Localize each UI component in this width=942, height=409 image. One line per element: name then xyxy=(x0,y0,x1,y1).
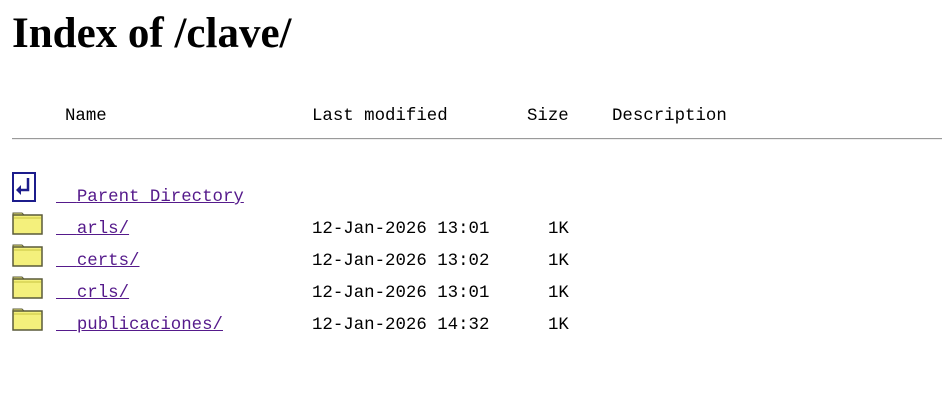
entry-name: publicaciones/ xyxy=(76,316,223,335)
column-header-description[interactable]: Description xyxy=(612,107,727,127)
folder-icon xyxy=(12,242,44,274)
folder-icon xyxy=(12,210,44,242)
entry-modified: 12-Jan-2026 14:32 xyxy=(312,316,490,335)
entry-link-spacer xyxy=(56,220,77,239)
entry-modified: 12-Jan-2026 13:02 xyxy=(312,252,490,271)
parent-directory-row: Parent Directory xyxy=(12,172,912,207)
entry-name: certs/ xyxy=(76,252,140,271)
list-item: certs/ 12-Jan-2026 13:02 1K xyxy=(12,242,912,274)
entry-size: 1K xyxy=(548,284,569,303)
parent-directory-link[interactable]: Parent Directory xyxy=(56,188,244,208)
entry-modified: 12-Jan-2026 13:01 xyxy=(312,284,490,303)
page-title: Index of /clave/ xyxy=(12,10,292,57)
entry-size: 1K xyxy=(548,316,569,335)
back-arrow-icon xyxy=(12,172,44,204)
entry-link-spacer xyxy=(56,284,77,303)
parent-directory-link-spacer xyxy=(56,188,77,207)
entry-link-arls[interactable]: arls/ xyxy=(56,220,129,240)
parent-directory-label: Parent Directory xyxy=(76,188,244,207)
entry-link-spacer xyxy=(56,316,77,335)
entry-link-crls[interactable]: crls/ xyxy=(56,284,129,304)
entry-size: 1K xyxy=(548,252,569,271)
header-divider xyxy=(12,138,942,140)
column-header-last-modified[interactable]: Last modified xyxy=(312,107,448,127)
column-header-size[interactable]: Size xyxy=(527,107,569,127)
folder-icon xyxy=(12,274,44,306)
entry-name: crls/ xyxy=(76,284,130,303)
entry-size: 1K xyxy=(548,220,569,239)
column-header-name[interactable]: Name xyxy=(65,107,107,127)
list-item: arls/ 12-Jan-2026 13:01 1K xyxy=(12,210,912,242)
entry-link-certs[interactable]: certs/ xyxy=(56,252,140,272)
entry-link-spacer xyxy=(56,252,77,271)
list-item: crls/ 12-Jan-2026 13:01 1K xyxy=(12,274,912,306)
entry-name: arls/ xyxy=(76,220,130,239)
entry-link-publicaciones[interactable]: publicaciones/ xyxy=(56,316,223,336)
list-item: publicaciones/ 12-Jan-2026 14:32 1K xyxy=(12,306,912,338)
folder-icon xyxy=(12,306,44,338)
entry-modified: 12-Jan-2026 13:01 xyxy=(312,220,490,239)
